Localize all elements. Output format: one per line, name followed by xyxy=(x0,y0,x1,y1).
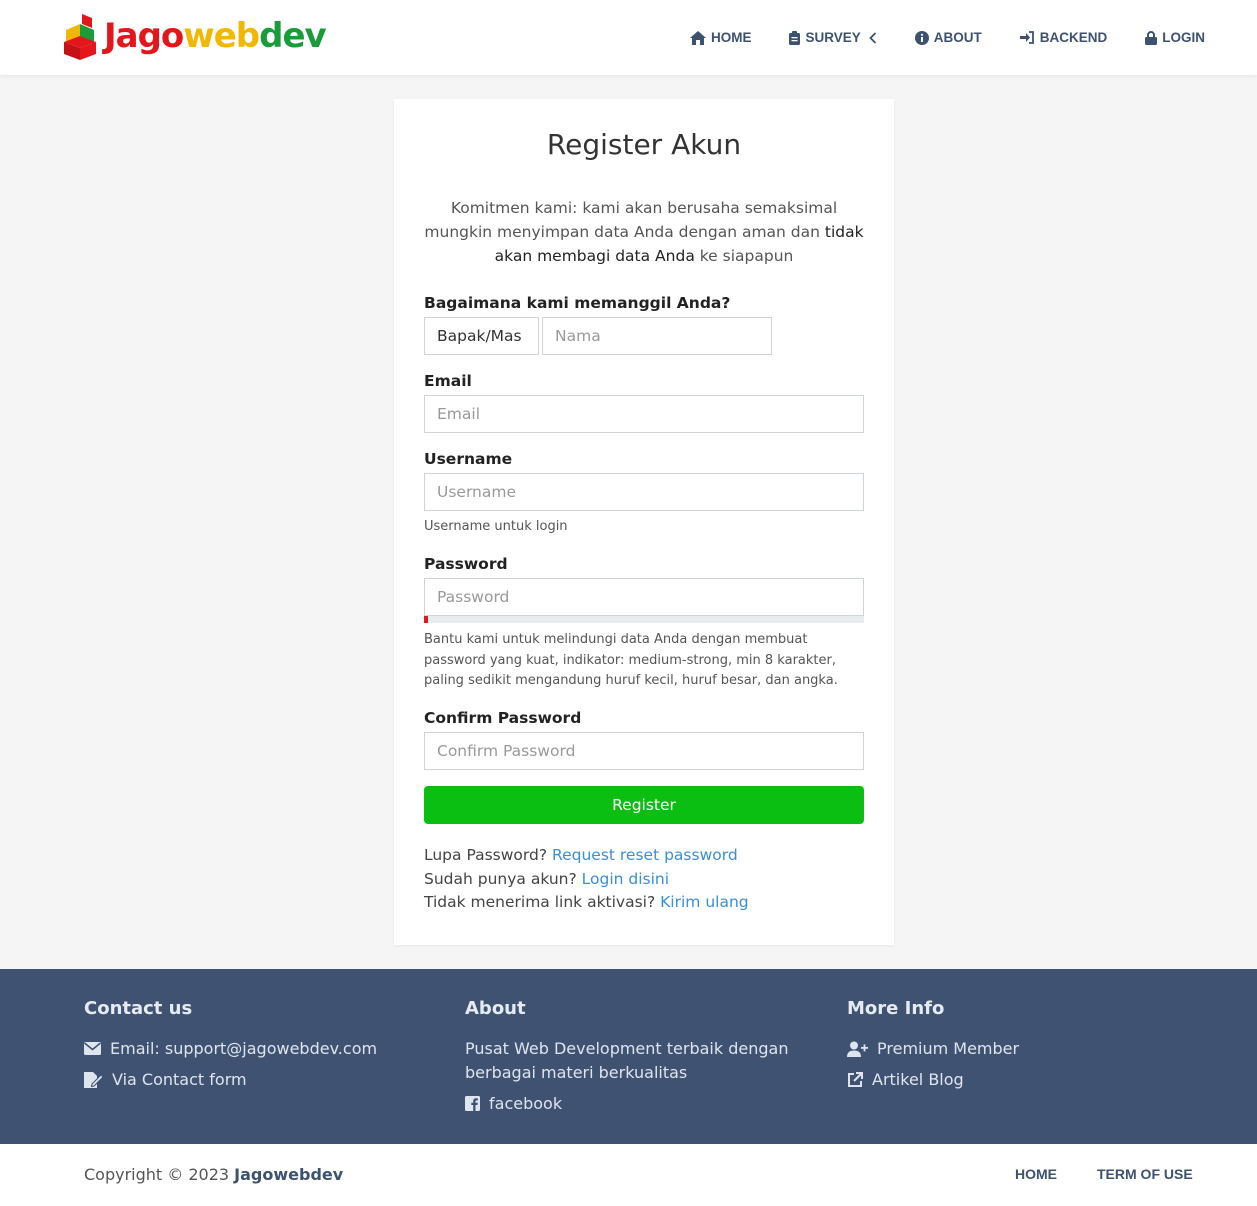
footer-about-title: About xyxy=(465,998,526,1019)
bottom-bar: Copyright © 2023 Jagowebdev HOME TERM OF… xyxy=(0,1144,1257,1206)
confirm-password-label: Confirm Password xyxy=(424,709,582,727)
intro-text: Komitmen kami: kami akan berusaha semaks… xyxy=(424,196,864,268)
main-nav: HOME SURVEY ABOUT BACKEND LOGIN xyxy=(652,0,1205,75)
footer-contact-title: Contact us xyxy=(84,998,193,1019)
password-strength-meter xyxy=(424,616,864,623)
resend-activation-link[interactable]: Kirim ulang xyxy=(660,893,748,911)
username-hint: Username untuk login xyxy=(424,519,568,534)
copyright-label: Copyright © 2023 xyxy=(84,1165,235,1184)
brand-name: Jagowebdev xyxy=(104,16,327,56)
bottom-terms-link[interactable]: TERM OF USE xyxy=(1097,1166,1193,1182)
password-input[interactable] xyxy=(424,578,864,616)
lock-icon xyxy=(1145,30,1158,45)
intro-text-start: Komitmen kami: kami akan berusaha semaks… xyxy=(424,199,838,241)
page-title: Register Akun xyxy=(546,128,742,161)
footer-contact-form-text: Via Contact form xyxy=(112,1070,247,1089)
reset-password-text: Lupa Password? xyxy=(424,846,553,864)
info-icon xyxy=(914,30,929,45)
resend-activation-text: Tidak menerima link aktivasi? xyxy=(424,893,661,911)
home-icon xyxy=(689,30,706,45)
nav-about[interactable]: ABOUT xyxy=(914,30,982,45)
nav-backend[interactable]: BACKEND xyxy=(1019,30,1108,45)
copyright-brand: Jagowebdev xyxy=(234,1165,344,1184)
register-button[interactable]: Register xyxy=(424,786,864,824)
salutation-value: Bapak/Mas xyxy=(437,327,522,345)
intro-text-end: ke siapapun xyxy=(694,247,794,265)
nav-login-label: LOGIN xyxy=(1162,30,1205,45)
footer: Contact us Email: support@jagowebdev.com… xyxy=(0,969,1257,1144)
footer-blog-text: Artikel Blog xyxy=(872,1070,964,1089)
email-label: Email xyxy=(424,372,472,390)
account-links: Lupa Password? Request reset password Su… xyxy=(424,844,749,915)
resend-activation-row: Tidak menerima link aktivasi? Kirim ulan… xyxy=(424,891,749,915)
footer-more-title: More Info xyxy=(847,998,945,1019)
envelope-icon xyxy=(84,1042,101,1055)
nav-home[interactable]: HOME xyxy=(689,30,752,45)
footer-about-text: Pusat Web Development terbaik dengan ber… xyxy=(465,1039,789,1082)
user-plus-icon xyxy=(847,1041,868,1057)
top-navbar: Jagowebdev HOME SURVEY ABOUT BACKEND LOG… xyxy=(0,0,1257,75)
brand-part-1: Jago xyxy=(104,16,184,56)
login-row: Sudah punya akun? Login disini xyxy=(424,868,749,892)
copyright-text: Copyright © 2023 Jagowebdev xyxy=(84,1165,343,1184)
footer-premium-text: Premium Member xyxy=(877,1039,1020,1058)
logo-cube-icon xyxy=(64,14,96,60)
nav-login[interactable]: LOGIN xyxy=(1145,30,1205,45)
edit-file-icon xyxy=(84,1071,103,1088)
footer-contact-form-link[interactable]: Via Contact form xyxy=(84,1070,247,1089)
name-input[interactable] xyxy=(542,317,772,355)
nav-survey-label: SURVEY xyxy=(805,30,861,45)
password-strength-fill xyxy=(424,616,428,623)
password-hint: Bantu kami untuk melindungi data Anda de… xyxy=(424,632,838,688)
external-link-icon xyxy=(848,1071,863,1087)
username-label: Username xyxy=(424,450,513,468)
nav-about-label: ABOUT xyxy=(933,30,982,45)
password-label: Password xyxy=(424,555,508,573)
brand-part-2: web xyxy=(183,16,260,56)
bottom-home-link[interactable]: HOME xyxy=(1015,1166,1057,1182)
username-input[interactable] xyxy=(424,473,864,511)
footer-email-text: Email: support@jagowebdev.com xyxy=(110,1039,378,1058)
chevron-left-icon xyxy=(868,31,876,44)
reset-password-link[interactable]: Request reset password xyxy=(552,846,738,864)
facebook-icon xyxy=(465,1096,480,1111)
footer-email-link[interactable]: Email: support@jagowebdev.com xyxy=(84,1039,377,1058)
footer-facebook-link[interactable]: facebook xyxy=(465,1094,562,1113)
brand-logo[interactable]: Jagowebdev xyxy=(62,12,327,60)
salutation-select[interactable]: Bapak/Mas xyxy=(424,317,539,355)
footer-blog-link[interactable]: Artikel Blog xyxy=(847,1070,964,1089)
footer-premium-link[interactable]: Premium Member xyxy=(847,1039,1019,1058)
login-text: Sudah punya akun? xyxy=(424,869,582,888)
sign-in-icon xyxy=(1019,31,1034,44)
clipboard-icon xyxy=(789,30,801,45)
login-link[interactable]: Login disini xyxy=(582,870,669,888)
confirm-password-input[interactable] xyxy=(424,732,864,770)
nav-backend-label: BACKEND xyxy=(1039,30,1108,45)
reset-password-row: Lupa Password? Request reset password xyxy=(424,844,749,868)
salutation-label: Bagaimana kami memanggil Anda? xyxy=(424,294,731,312)
footer-facebook-text: facebook xyxy=(489,1094,563,1113)
nav-survey[interactable]: SURVEY xyxy=(789,30,876,45)
nav-home-label: HOME xyxy=(710,30,752,45)
brand-part-3: dev xyxy=(259,16,327,56)
email-input[interactable] xyxy=(424,395,864,433)
